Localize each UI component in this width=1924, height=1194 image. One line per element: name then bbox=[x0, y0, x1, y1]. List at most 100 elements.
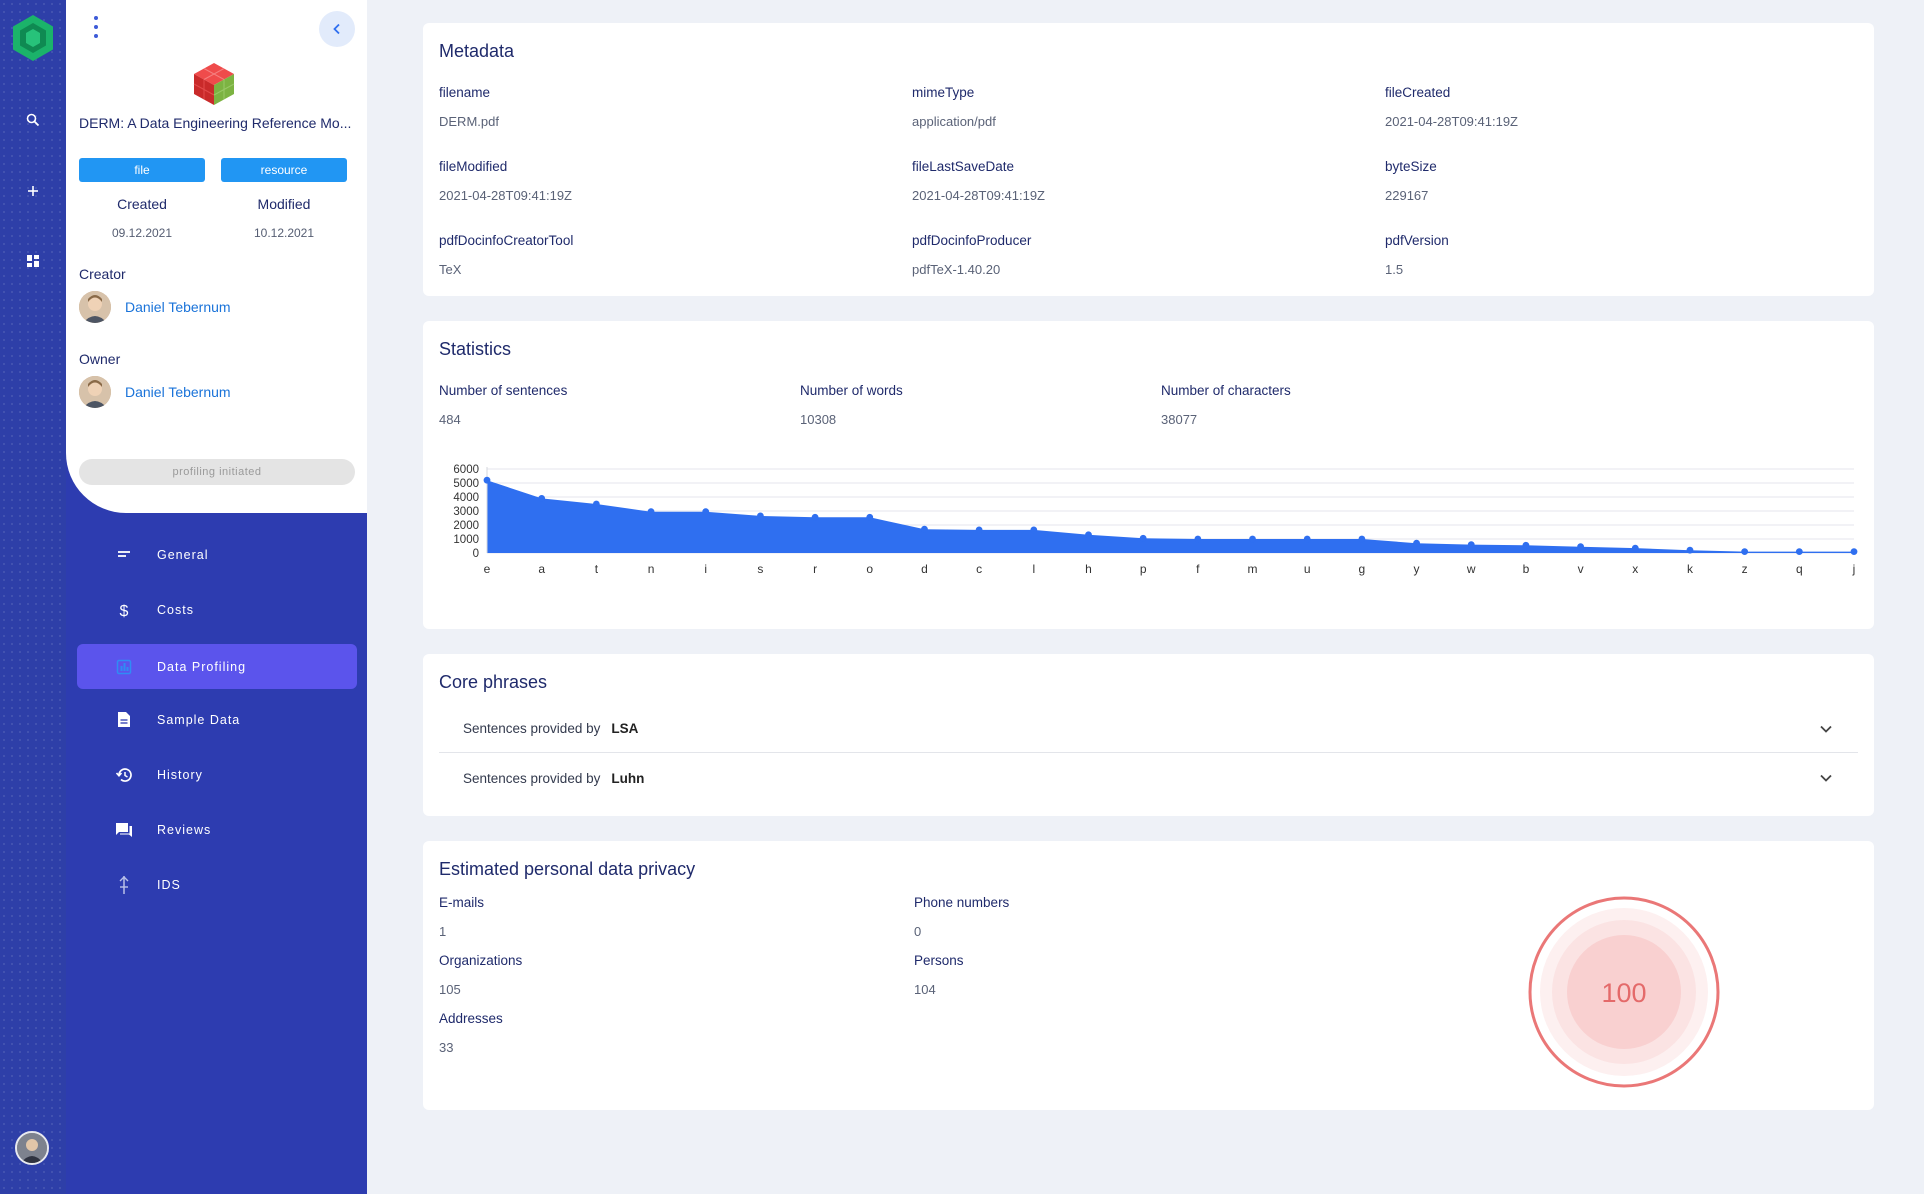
data-point bbox=[1413, 539, 1420, 547]
x-tick-label: y bbox=[1414, 562, 1420, 576]
search-icon[interactable] bbox=[18, 105, 48, 135]
profiling-icon bbox=[77, 659, 157, 675]
y-tick-label: 4000 bbox=[453, 492, 479, 504]
core-phrases-section: Core phrases Sentences provided by LSA S… bbox=[423, 654, 1874, 816]
owner-name-link[interactable]: Daniel Tebernum bbox=[125, 384, 231, 400]
data-point bbox=[1741, 548, 1749, 555]
chevron-left-icon bbox=[333, 23, 340, 35]
privacy-title: Estimated personal data privacy bbox=[439, 859, 696, 879]
collapse-panel-button[interactable] bbox=[319, 11, 355, 47]
user-avatar[interactable] bbox=[15, 1131, 49, 1165]
owner-label: Owner bbox=[79, 351, 121, 367]
data-point bbox=[921, 525, 928, 533]
privacy-label-emails: E-mails bbox=[439, 895, 485, 910]
field-value-pdfversion: 1.5 bbox=[1385, 262, 1404, 277]
field-label-mimetype: mimeType bbox=[912, 85, 975, 100]
field-value-filemodified: 2021-04-28T09:41:19Z bbox=[439, 188, 572, 203]
nav-item-reviews[interactable]: Reviews bbox=[77, 807, 357, 852]
x-tick-label: w bbox=[1466, 562, 1476, 576]
x-tick-label: a bbox=[538, 562, 545, 576]
y-tick-label: 3000 bbox=[453, 506, 479, 518]
nav-item-general[interactable]: General bbox=[77, 532, 357, 577]
data-point bbox=[592, 500, 600, 508]
modified-label: Modified bbox=[257, 196, 311, 212]
privacy-value-organizations: 105 bbox=[439, 982, 461, 997]
app-logo-icon[interactable] bbox=[8, 13, 58, 63]
add-icon[interactable] bbox=[18, 176, 48, 206]
nav-item-ids[interactable]: IDS bbox=[77, 862, 357, 907]
data-point bbox=[757, 512, 764, 520]
privacy-value-emails: 1 bbox=[439, 924, 447, 939]
x-tick-label: b bbox=[1523, 562, 1530, 576]
field-value-filecreated: 2021-04-28T09:41:19Z bbox=[1385, 114, 1518, 129]
x-tick-label: o bbox=[866, 562, 873, 576]
asset-side-panel: DERM: A Data Engineering Reference Mo...… bbox=[66, 0, 367, 1194]
privacy-label-persons: Persons bbox=[914, 953, 964, 968]
data-point bbox=[1795, 548, 1803, 555]
data-point bbox=[975, 526, 983, 534]
y-tick-label: 5000 bbox=[453, 478, 479, 490]
creator-person: Daniel Tebernum bbox=[79, 291, 339, 323]
dashboard-icon[interactable] bbox=[18, 246, 48, 276]
data-point bbox=[866, 513, 874, 521]
statistics-section: Statistics Number of sentences 484 Numbe… bbox=[423, 321, 1874, 629]
more-options-icon[interactable] bbox=[88, 16, 104, 38]
accordion-provider: LSA bbox=[611, 721, 639, 736]
y-tick-label: 2000 bbox=[453, 520, 479, 532]
x-tick-label: g bbox=[1359, 562, 1366, 576]
modified-date: 10.12.2021 bbox=[253, 226, 315, 240]
nav-label-ids: IDS bbox=[157, 877, 181, 892]
area-series bbox=[487, 480, 1854, 553]
x-tick-label: u bbox=[1304, 562, 1311, 576]
dollar-icon: $ bbox=[77, 601, 157, 619]
asset-summary-card: DERM: A Data Engineering Reference Mo...… bbox=[66, 0, 367, 513]
chat-icon bbox=[77, 822, 157, 838]
x-tick-label: c bbox=[976, 562, 982, 576]
nav-item-sample-data[interactable]: Sample Data bbox=[77, 697, 357, 742]
nav-label-costs: Costs bbox=[157, 602, 194, 617]
nav-label-general: General bbox=[157, 547, 209, 562]
tag-file[interactable]: file bbox=[79, 158, 205, 182]
created-label: Created bbox=[117, 196, 167, 212]
metadata-section: Metadata filename DERM.pdf mimeType appl… bbox=[423, 23, 1874, 296]
nav-item-history[interactable]: History bbox=[77, 752, 357, 797]
data-point bbox=[1358, 535, 1366, 543]
y-tick-label: 1000 bbox=[453, 534, 479, 546]
nav-label-data-profiling: Data Profiling bbox=[157, 659, 247, 674]
x-tick-label: n bbox=[648, 562, 655, 576]
owner-person: Daniel Tebernum bbox=[79, 376, 339, 408]
field-label-filecreated: fileCreated bbox=[1385, 85, 1451, 100]
tag-resource[interactable]: resource bbox=[221, 158, 347, 182]
chevron-down-icon bbox=[1820, 725, 1832, 733]
data-point bbox=[1249, 535, 1256, 543]
asset-title: DERM: A Data Engineering Reference Mo... bbox=[79, 115, 352, 131]
accordion-lsa[interactable]: Sentences provided by LSA bbox=[439, 705, 1858, 753]
accordion-provider: Luhn bbox=[611, 770, 645, 786]
owner-avatar bbox=[79, 376, 111, 408]
x-tick-label: z bbox=[1742, 562, 1748, 576]
nav-label-sample-data: Sample Data bbox=[157, 712, 241, 727]
x-tick-label: p bbox=[1140, 562, 1147, 576]
nav-item-data-profiling[interactable]: Data Profiling bbox=[77, 644, 357, 689]
data-point bbox=[1194, 535, 1202, 543]
accordion-prefix: Sentences provided by bbox=[463, 721, 601, 736]
field-label-producer: pdfDocinfoProducer bbox=[912, 233, 1032, 248]
field-label-filename: filename bbox=[439, 85, 491, 100]
data-point bbox=[702, 508, 710, 516]
nav-item-costs[interactable]: $ Costs bbox=[77, 587, 357, 632]
ids-icon bbox=[77, 875, 157, 895]
data-point bbox=[647, 508, 655, 516]
field-label-filemodified: fileModified bbox=[439, 159, 508, 174]
privacy-value-addresses: 33 bbox=[439, 1040, 454, 1055]
field-value-filename: DERM.pdf bbox=[439, 114, 499, 129]
privacy-value-phones: 0 bbox=[914, 924, 922, 939]
x-tick-label: m bbox=[1248, 562, 1258, 576]
creator-name-link[interactable]: Daniel Tebernum bbox=[125, 299, 231, 315]
accordion-luhn[interactable]: Sentences provided by Luhn bbox=[439, 754, 1858, 802]
history-icon bbox=[77, 767, 157, 783]
field-value-bytesize: 229167 bbox=[1385, 188, 1429, 203]
data-point bbox=[811, 513, 819, 521]
profiling-status-badge: profiling initiated bbox=[79, 459, 355, 485]
data-point bbox=[1577, 543, 1584, 551]
data-point bbox=[1850, 548, 1858, 555]
